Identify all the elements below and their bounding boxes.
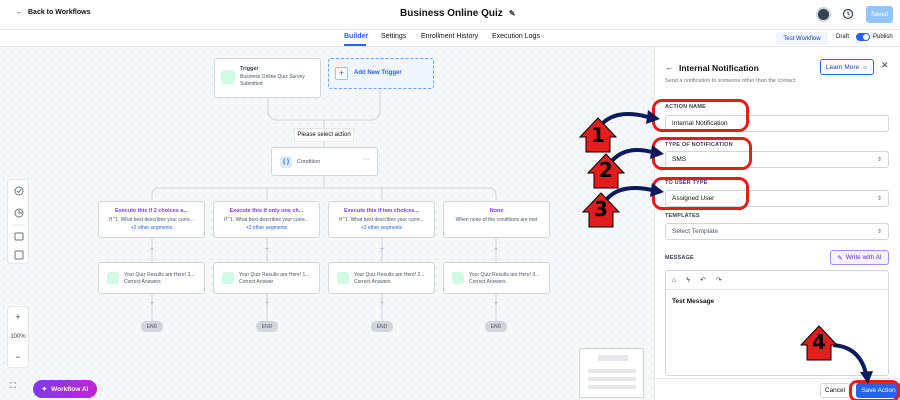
panel-footer: Cancel Save Action — [655, 378, 900, 400]
message-label: MESSAGE — [665, 255, 694, 261]
message-editor[interactable]: ⌂ ϟ ↶ ↷ Test Message — [665, 270, 889, 376]
magic-wand-icon: ✦ — [41, 386, 48, 393]
pencil-icon[interactable]: ✎ — [509, 9, 516, 18]
tag-icon[interactable]: ⌂ — [672, 277, 676, 284]
email-icon — [222, 272, 234, 284]
branch-node[interactable]: Execute this if two choices... If "1. Wh… — [328, 201, 435, 238]
canvas-tools-icons[interactable] — [8, 180, 30, 265]
back-to-workflows-link[interactable]: ← Back to Workflows — [16, 9, 91, 16]
add-step-icon[interactable]: + — [380, 246, 384, 253]
type-of-notification-label: TYPE OF NOTIFICATION — [665, 142, 733, 148]
trigger-node[interactable]: Trigger Business Online Quiz Survey Subm… — [214, 58, 321, 98]
close-icon[interactable]: ✕ — [881, 60, 889, 71]
minimap-preview — [588, 355, 636, 389]
email-icon — [337, 272, 349, 284]
tab-builder[interactable]: Builder — [344, 33, 368, 40]
add-step-icon[interactable]: + — [494, 246, 498, 253]
to-user-type-label: TO USER TYPE — [665, 180, 708, 186]
workflow-title: Business Online Quiz ✎ — [400, 8, 516, 19]
arrow-left-icon: ← — [16, 9, 23, 16]
end-node: END — [256, 321, 278, 332]
add-step-icon[interactable]: + — [150, 300, 154, 307]
end-node: END — [141, 321, 163, 332]
active-tab-indicator — [344, 44, 366, 46]
learn-more-button[interactable]: Learn More ☼ — [820, 59, 874, 75]
email-action-node[interactable]: Your Quiz Results are Here! 3... Correct… — [98, 262, 205, 294]
fit-view-icon[interactable]: ⛶ — [10, 381, 16, 391]
undo-icon[interactable]: ↶ — [700, 276, 706, 284]
action-panel: ← Internal Notification Learn More ☼ ✕ S… — [654, 47, 900, 400]
minimap[interactable] — [579, 348, 644, 398]
add-step-icon[interactable]: + — [150, 246, 154, 253]
arrow-left-icon[interactable]: ← — [665, 62, 674, 72]
chevron-updown-icon: ⇕ — [876, 196, 882, 202]
tab-settings[interactable]: Settings — [381, 33, 406, 40]
magic-wand-icon: ✎ — [837, 254, 843, 262]
branch-node[interactable]: None When none of the conditions are met — [443, 201, 550, 238]
avatar[interactable] — [816, 7, 831, 22]
branch-node[interactable]: Execute this if only one ch... If "1. Wh… — [213, 201, 320, 238]
templates-label: TEMPLATES — [665, 213, 700, 219]
publish-toggle[interactable] — [856, 33, 870, 41]
zoom-in-button[interactable]: + — [8, 307, 28, 327]
test-workflow-button[interactable]: Test Workflow — [776, 32, 828, 45]
end-node: END — [371, 321, 393, 332]
email-icon — [107, 272, 119, 284]
branch-node[interactable]: Execute this if 2 choices a... If "1. Wh… — [98, 201, 205, 238]
add-new-trigger-button[interactable]: + Add New Trigger — [328, 58, 434, 89]
message-text[interactable]: Test Message — [666, 290, 888, 313]
publish-label: Publish — [873, 34, 893, 40]
tab-enrollment-history[interactable]: Enrollment History — [421, 33, 478, 40]
braces-icon: { } — [280, 156, 292, 168]
draft-label: Draft — [836, 34, 850, 40]
add-step-icon[interactable]: + — [265, 300, 269, 307]
add-step-icon[interactable]: + — [380, 300, 384, 307]
saved-button[interactable]: Saved — [866, 6, 893, 23]
user-type-select[interactable]: Assigned User ⇕ — [665, 190, 889, 207]
more-options-icon[interactable]: ··· — [363, 156, 370, 163]
tab-execution-logs[interactable]: Execution Logs — [492, 33, 540, 40]
workflow-canvas[interactable]: Trigger Business Online Quiz Survey Subm… — [0, 47, 654, 400]
zoom-level: 100% — [10, 334, 26, 340]
canvas-toolbar — [7, 179, 29, 264]
template-select[interactable]: Select Template ⇕ — [665, 223, 889, 240]
zoom-controls: + 100% − — [7, 306, 29, 368]
add-step-icon[interactable]: + — [265, 246, 269, 253]
workflow-ai-button[interactable]: ✦ Workflow AI — [33, 380, 97, 398]
email-action-node[interactable]: Your Quiz Results are Here! 0... Correct… — [443, 262, 550, 294]
email-action-node[interactable]: Your Quiz Results are Here! 2... Correct… — [328, 262, 435, 294]
editor-toolbar: ⌂ ϟ ↶ ↷ — [666, 271, 888, 290]
action-name-label: ACTION NAME — [665, 104, 707, 110]
zoom-out-button[interactable]: − — [8, 347, 28, 367]
top-bar: ← Back to Workflows Business Online Quiz… — [0, 0, 900, 30]
plus-icon: + — [335, 67, 348, 80]
condition-node[interactable]: { } Condition ··· — [271, 147, 378, 176]
write-with-ai-button[interactable]: ✎ Write with AI — [830, 250, 889, 265]
clipboard-icon — [221, 70, 235, 84]
end-node: END — [485, 321, 507, 332]
email-icon — [452, 272, 464, 284]
email-action-node[interactable]: Your Quiz Results are Here! 1... Correct… — [213, 262, 320, 294]
add-step-icon[interactable]: + — [494, 300, 498, 307]
cancel-button[interactable]: Cancel — [820, 383, 850, 398]
save-action-button[interactable]: Save Action — [856, 383, 900, 398]
app-frame: ← Back to Workflows Business Online Quiz… — [0, 0, 900, 400]
lightbulb-icon: ☼ — [862, 63, 869, 71]
redo-icon[interactable]: ↷ — [716, 276, 722, 284]
panel-subtitle: Send a notification to someone other tha… — [665, 78, 796, 84]
lightning-icon[interactable]: ϟ — [686, 277, 690, 284]
chevron-updown-icon: ⇕ — [876, 157, 882, 163]
history-icon[interactable] — [842, 8, 854, 20]
please-select-action-label: Please select action — [294, 128, 354, 142]
tab-bar: Builder Settings Enrollment History Exec… — [0, 30, 900, 47]
action-name-input[interactable]: Internal Notification — [665, 115, 889, 132]
chevron-updown-icon: ⇕ — [876, 229, 882, 235]
notification-type-select[interactable]: SMS ⇕ — [665, 151, 889, 168]
panel-title: Internal Notification — [679, 63, 759, 73]
